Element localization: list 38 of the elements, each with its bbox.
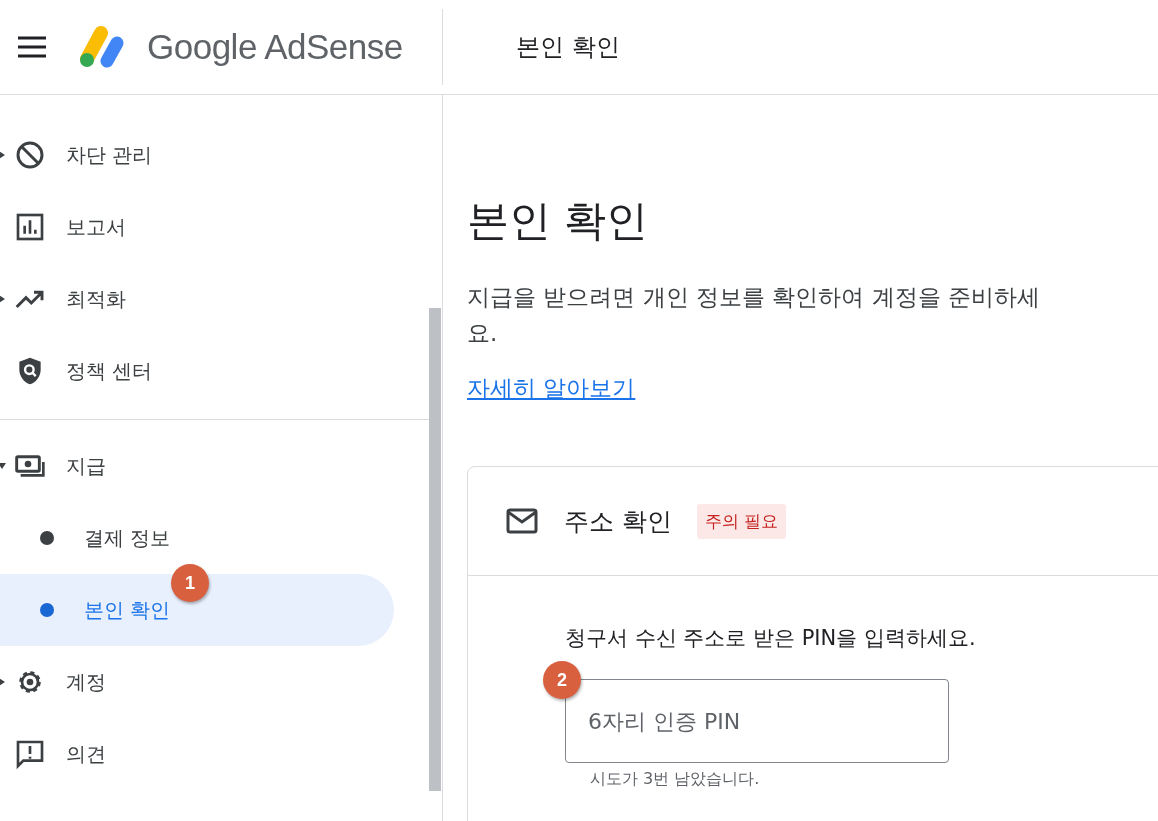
- mail-icon: [506, 508, 538, 534]
- block-icon: [14, 139, 46, 171]
- status-badge: 주의 필요: [696, 503, 787, 539]
- nav-item[interactable]: 차단 관리: [0, 119, 429, 191]
- nav-label: 계정: [66, 668, 106, 696]
- nav-label: 정책 센터: [66, 357, 153, 385]
- menu-icon[interactable]: [17, 36, 47, 58]
- nav-item[interactable]: 의견: [0, 718, 429, 790]
- nav-label: 결제 정보: [84, 524, 171, 552]
- bullet-icon: [40, 531, 54, 545]
- nav-item[interactable]: 지급: [0, 430, 429, 502]
- nav-label: 의견: [66, 740, 106, 768]
- learn-more-link[interactable]: 자세히 알아보기: [467, 373, 636, 404]
- step-marker: 1: [171, 564, 209, 602]
- expand-arrow-icon[interactable]: [0, 461, 6, 471]
- nav-item[interactable]: 최적화: [0, 263, 429, 335]
- nav-label: 최적화: [66, 285, 126, 313]
- feedback-icon: [14, 738, 46, 770]
- nav-item[interactable]: 정책 센터: [0, 335, 429, 407]
- page-heading: 본인 확인: [467, 195, 650, 247]
- expand-arrow-icon[interactable]: [0, 150, 6, 160]
- expand-arrow-icon[interactable]: [0, 677, 6, 687]
- nav-label: 본인 확인: [84, 596, 171, 624]
- description: 지급을 받으려면 개인 정보를 확인하여 계정을 준비하세요.: [467, 283, 1041, 348]
- logo-text: Google AdSense: [147, 27, 403, 67]
- bullet-icon: [40, 603, 54, 617]
- expand-arrow-icon[interactable]: [0, 294, 6, 304]
- helper-text: 시도가 3번 남았습니다.: [590, 769, 761, 790]
- nav-label: 보고서: [66, 213, 126, 241]
- bar-chart-icon: [14, 211, 46, 243]
- instruction-text: 청구서 수신 주소로 받은 PIN을 입력하세요.: [565, 625, 977, 652]
- nav-label: 지급: [66, 452, 106, 480]
- card-title: 주소 확인: [564, 505, 672, 538]
- nav-label: 차단 관리: [66, 141, 153, 169]
- page-title: 본인 확인: [516, 32, 620, 63]
- nav-item[interactable]: 보고서: [0, 191, 429, 263]
- scrollbar[interactable]: [429, 308, 441, 791]
- nav-item[interactable]: 계정: [0, 646, 429, 718]
